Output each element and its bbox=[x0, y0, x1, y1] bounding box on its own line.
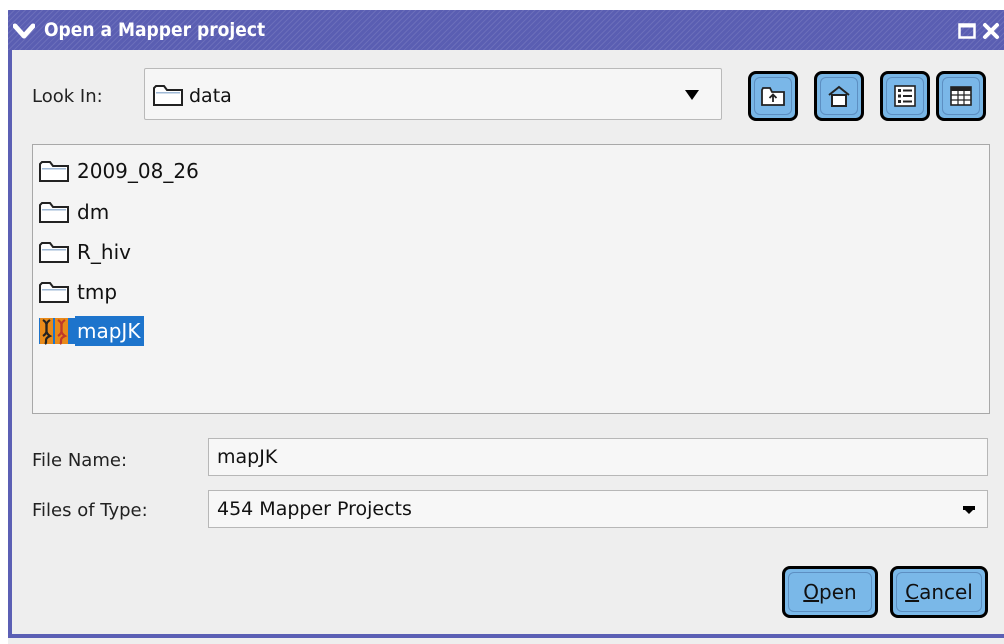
maximize-icon[interactable] bbox=[956, 20, 978, 42]
folder-icon bbox=[39, 199, 75, 225]
cancel-button[interactable]: Cancel bbox=[890, 566, 988, 618]
file-name-input[interactable]: mapJK bbox=[208, 438, 988, 476]
folder-icon bbox=[39, 158, 75, 184]
window-bottom-border bbox=[8, 634, 1004, 638]
open-mnemonic: O bbox=[803, 580, 820, 604]
open-label-rest: pen bbox=[819, 580, 857, 604]
list-item[interactable]: R_hiv bbox=[39, 236, 135, 268]
close-icon[interactable] bbox=[980, 20, 1002, 42]
file-name: tmp bbox=[77, 280, 118, 304]
home-button[interactable] bbox=[814, 71, 864, 121]
file-name-label: File Name: bbox=[32, 450, 128, 471]
files-of-type-value: 454 Mapper Projects bbox=[217, 498, 412, 520]
look-in-label: Look In: bbox=[32, 86, 103, 107]
look-in-value: data bbox=[189, 85, 232, 107]
files-of-type-label: Files of Type: bbox=[32, 500, 148, 521]
mapper-project-icon bbox=[39, 318, 75, 345]
file-name: R_hiv bbox=[77, 240, 131, 264]
cancel-button-face: Cancel bbox=[896, 572, 982, 612]
file-name: 2009_08_26 bbox=[77, 159, 199, 183]
cancel-mnemonic: C bbox=[905, 580, 920, 604]
list-view-button[interactable] bbox=[880, 71, 930, 121]
chevron-down-icon[interactable] bbox=[963, 506, 975, 514]
folder-icon bbox=[153, 84, 183, 110]
file-name: dm bbox=[77, 200, 110, 224]
up-one-level-icon bbox=[754, 77, 792, 115]
details-view-icon bbox=[942, 77, 980, 115]
list-view-icon bbox=[886, 77, 924, 115]
list-item[interactable]: 2009_08_26 bbox=[39, 155, 203, 187]
file-list[interactable]: 2009_08_26 dm R_hiv tmp mapJK bbox=[32, 144, 990, 414]
open-button-face: Open bbox=[788, 572, 872, 612]
list-item[interactable]: tmp bbox=[39, 276, 121, 308]
home-icon bbox=[820, 77, 858, 115]
open-button[interactable]: Open bbox=[782, 566, 878, 618]
title-bar[interactable]: Open a Mapper project bbox=[8, 10, 1004, 50]
cancel-label-rest: ancel bbox=[919, 580, 973, 604]
list-item[interactable]: dm bbox=[39, 196, 113, 228]
chevron-down-icon[interactable] bbox=[10, 18, 38, 44]
window-title: Open a Mapper project bbox=[44, 19, 266, 41]
list-item-selected[interactable]: mapJK bbox=[39, 315, 145, 347]
look-in-combobox[interactable]: data bbox=[144, 68, 722, 120]
folder-icon bbox=[39, 239, 75, 265]
up-one-level-button[interactable] bbox=[748, 71, 798, 121]
window-left-border bbox=[8, 48, 12, 636]
chevron-down-icon[interactable] bbox=[685, 90, 699, 100]
folder-icon bbox=[39, 279, 75, 305]
files-of-type-select[interactable]: 454 Mapper Projects bbox=[208, 490, 988, 528]
details-view-button[interactable] bbox=[936, 71, 986, 121]
file-name: mapJK bbox=[75, 316, 145, 346]
